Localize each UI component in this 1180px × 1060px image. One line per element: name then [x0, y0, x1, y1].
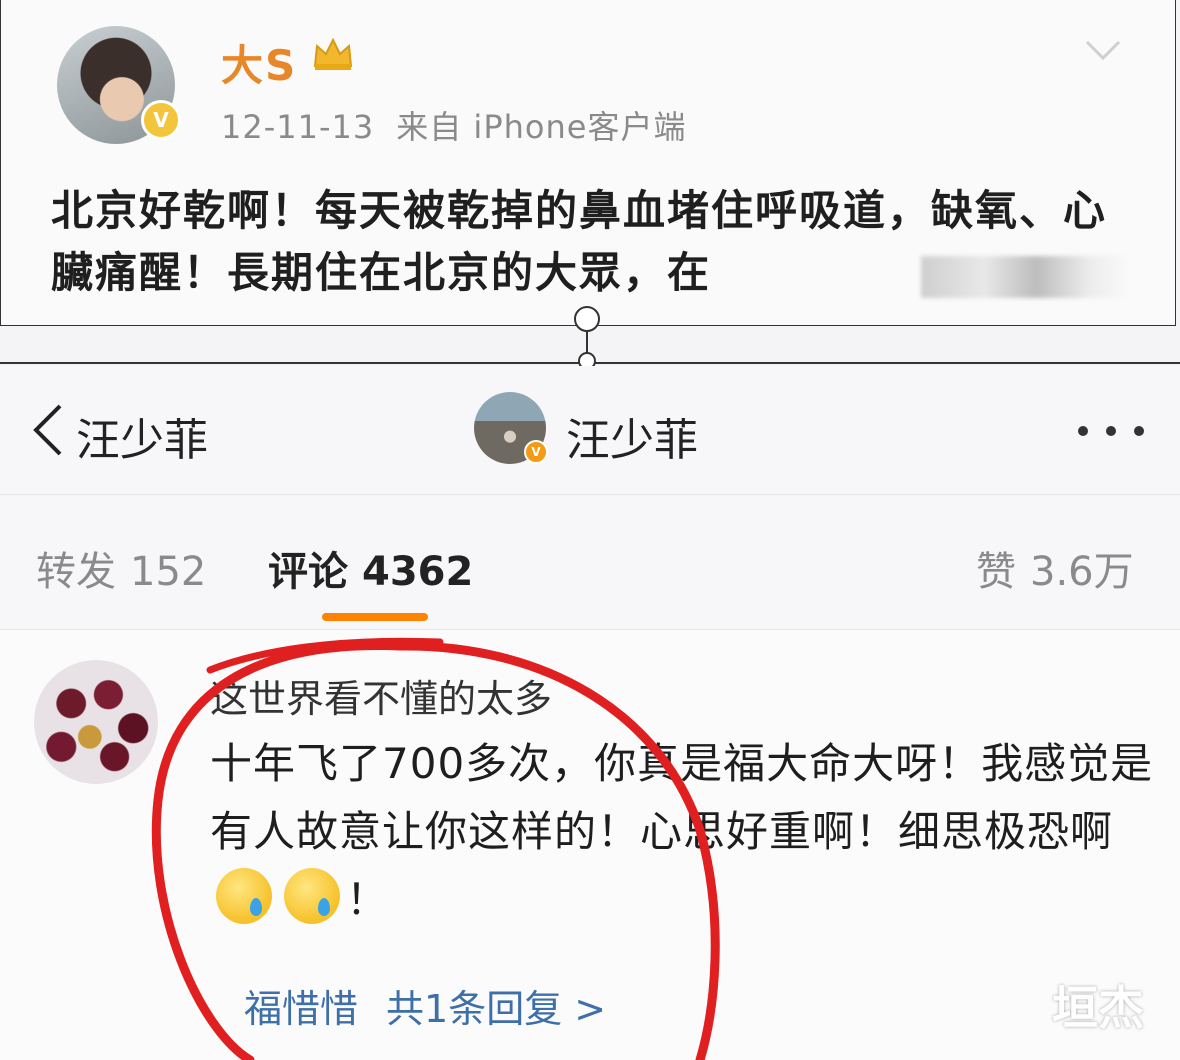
connector-handle-icon: [574, 306, 600, 332]
verified-badge-icon: V: [524, 440, 548, 464]
comment-body-end: ！: [346, 875, 390, 924]
commenter-avatar[interactable]: [34, 660, 158, 784]
reply-count: 共1条回复 >: [386, 987, 607, 1031]
replies-link[interactable]: 福惜惜 共1条回复 >: [244, 978, 606, 1033]
commenter-name[interactable]: 这世界看不懂的太多: [210, 668, 552, 723]
chevron-down-icon[interactable]: [1083, 30, 1123, 70]
author-name[interactable]: 大S: [221, 32, 297, 93]
reply-user: 福惜惜: [244, 987, 359, 1031]
post-source: 来自 iPhone客户端: [396, 108, 687, 146]
connector-stem: [586, 330, 588, 354]
interaction-tabs: 转发 152 评论 4362 赞 3.6万: [0, 495, 1180, 630]
tab-likes[interactable]: 赞 3.6万: [976, 539, 1134, 597]
crown-icon: [313, 37, 353, 70]
tab-comments-count: 4362: [362, 549, 474, 595]
comment-item: 这世界看不懂的太多 十年飞了700多次，你真是福大命大呀！我感觉是有人故意让你这…: [0, 630, 1180, 1060]
more-dots-icon[interactable]: [1076, 424, 1146, 438]
tab-reposts-label: 转发: [36, 549, 116, 595]
redacted-text-blur: [921, 256, 1131, 298]
back-arrow-icon[interactable]: [28, 400, 68, 460]
weibo-post-card: V 大S 12-11-13 来自 iPhone客户端 北京好乾啊！每天被乾掉的鼻血…: [0, 0, 1176, 326]
comment-text: 十年飞了700多次，你真是福大命大呀！我感觉是有人故意让你这样的！心思好重啊！细…: [210, 730, 1160, 934]
post-date: 12-11-13: [221, 108, 375, 146]
tab-reposts[interactable]: 转发 152: [36, 539, 206, 597]
tab-reposts-count: 152: [130, 549, 207, 595]
sweat-emoji-icon: [284, 868, 340, 924]
detail-nav-bar: 汪少菲 V 汪少菲: [0, 366, 1180, 495]
nav-title[interactable]: 汪少菲: [566, 404, 698, 468]
verified-badge-icon: V: [141, 100, 181, 140]
tab-likes-label: 赞: [976, 549, 1016, 595]
active-tab-indicator: [322, 613, 428, 621]
comment-body: 十年飞了700多次，你真是福大命大呀！我感觉是有人故意让你这样的！心思好重啊！细…: [210, 739, 1154, 856]
tab-likes-count: 3.6万: [1030, 549, 1134, 595]
author-avatar[interactable]: V: [57, 26, 181, 144]
post-meta: 12-11-13 来自 iPhone客户端: [221, 102, 686, 148]
tab-comments-label: 评论: [268, 549, 348, 595]
watermark-text: 垣杰: [1052, 981, 1144, 1035]
back-label[interactable]: 汪少菲: [76, 404, 208, 468]
tab-comments[interactable]: 评论 4362: [268, 539, 473, 597]
sweat-emoji-icon: [216, 868, 272, 924]
